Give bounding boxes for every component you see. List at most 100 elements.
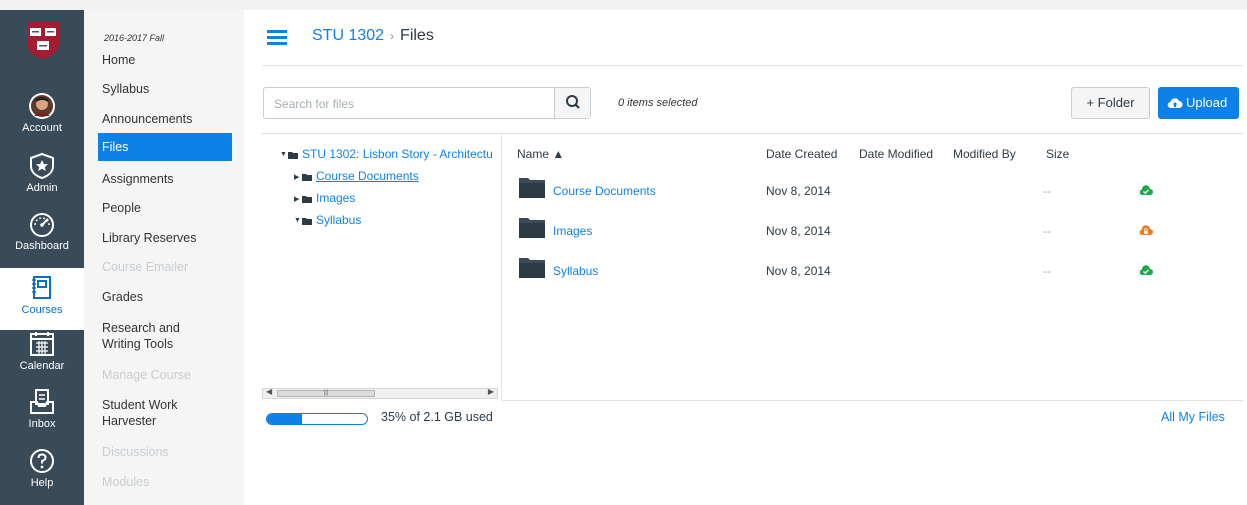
global-nav: Account Admin Dashboard Courses Calendar… (0, 10, 84, 505)
folder-icon (519, 258, 545, 278)
storage-quota-text: 35% of 2.1 GB used (381, 410, 493, 424)
table-row[interactable]: Images Nov 8, 2014 -- (503, 216, 1243, 256)
breadcrumb-separator-icon: › (390, 29, 395, 43)
tree-item-course-documents[interactable]: ▶ Course Documents (294, 169, 419, 183)
global-nav-dashboard[interactable]: Dashboard (0, 210, 84, 266)
published-cloud-icon[interactable] (1139, 264, 1153, 276)
header-divider (262, 65, 1243, 66)
table-row[interactable]: Syllabus Nov 8, 2014 -- (503, 256, 1243, 296)
selection-count: 0 items selected (618, 97, 698, 109)
caret-right-icon[interactable]: ▶ (294, 195, 302, 203)
course-nav-announcements[interactable]: Announcements (98, 111, 232, 127)
global-nav-label: Admin (26, 182, 58, 194)
course-nav-student-work-harvester[interactable]: Student Work Harvester (98, 397, 208, 429)
scrollbar-thumb[interactable]: ||| (277, 390, 375, 397)
term-label: 2016-2017 Fall (104, 33, 165, 43)
column-header-date-modified[interactable]: Date Modified (859, 147, 933, 161)
tree-horizontal-scrollbar[interactable]: ◀ ||| ▶ (262, 387, 498, 399)
search-input[interactable]: Search for files (274, 97, 354, 111)
course-nav-syllabus[interactable]: Syllabus (98, 81, 232, 97)
global-nav-label: Dashboard (15, 240, 69, 252)
page-title: Files (400, 27, 434, 44)
footer-divider (502, 400, 1243, 401)
column-header-name[interactable]: Name ▲ (517, 147, 564, 161)
folder-icon (302, 173, 312, 181)
global-nav-courses[interactable]: Courses (0, 268, 84, 330)
global-nav-label: Calendar (19, 360, 65, 372)
tree-item-label: Images (316, 191, 356, 205)
course-nav-manage-course: Manage Course (102, 368, 191, 382)
global-nav-label: Help (30, 477, 54, 489)
course-nav-research-tools[interactable]: Research and Writing Tools (98, 320, 208, 352)
file-name-link[interactable]: Syllabus (553, 264, 598, 278)
date-created: Nov 8, 2014 (766, 224, 831, 238)
upload-button-label: Upload (1186, 95, 1228, 110)
tree-item-label: Syllabus (316, 213, 362, 227)
global-nav-help[interactable]: Help (0, 447, 84, 503)
tree-root[interactable]: ▼ STU 1302: Lisbon Story - Architectu (280, 147, 493, 161)
column-header-size[interactable]: Size (1046, 147, 1069, 161)
tree-item-syllabus[interactable]: ▼ Syllabus (294, 213, 361, 227)
course-nav-modules: Modules (102, 475, 150, 489)
date-created: Nov 8, 2014 (766, 184, 831, 198)
file-size: -- (1043, 224, 1051, 238)
top-strip (0, 0, 1247, 10)
course-nav-people[interactable]: People (98, 200, 232, 216)
university-logo[interactable] (25, 20, 61, 60)
column-header-date-created[interactable]: Date Created (766, 147, 837, 161)
restricted-cloud-icon[interactable] (1139, 224, 1153, 236)
course-nav-grades[interactable]: Grades (98, 289, 232, 305)
scroll-left-icon[interactable]: ◀ (266, 387, 272, 396)
caret-right-icon[interactable]: ▶ (294, 173, 302, 181)
file-size: -- (1043, 184, 1051, 198)
global-nav-inbox[interactable]: Inbox (0, 388, 84, 444)
folder-icon (302, 217, 312, 225)
global-nav-label: Inbox (28, 418, 56, 430)
folder-icon (302, 195, 312, 203)
calendar-icon (30, 332, 54, 356)
column-header-modified-by[interactable]: Modified By (953, 147, 1016, 161)
storage-quota-bar (266, 413, 368, 425)
published-cloud-icon[interactable] (1139, 184, 1153, 196)
hamburger-menu-icon[interactable] (267, 30, 287, 45)
inbox-icon (30, 389, 54, 414)
course-nav: 2016-2017 Fall Home Syllabus Announcemen… (84, 10, 244, 505)
file-name-link[interactable]: Images (553, 224, 592, 238)
global-nav-label: Courses (21, 304, 63, 316)
global-nav-admin[interactable]: Admin (0, 152, 84, 208)
folder-icon (288, 151, 298, 159)
table-row[interactable]: Course Documents Nov 8, 2014 -- (503, 176, 1243, 216)
breadcrumb: STU 1302 › Files (312, 27, 434, 45)
breadcrumb-course-link[interactable]: STU 1302 (312, 27, 384, 44)
storage-quota-fill (267, 414, 302, 424)
scroll-right-icon[interactable]: ▶ (488, 387, 494, 396)
book-icon (32, 276, 51, 299)
tree-item-label: Course Documents (316, 169, 419, 183)
course-nav-course-emailer: Course Emailer (102, 260, 189, 274)
tree-item-images[interactable]: ▶ Images (294, 191, 355, 205)
search-button[interactable] (554, 88, 590, 118)
help-icon (30, 449, 54, 473)
search-icon (566, 95, 580, 109)
caret-down-icon[interactable]: ▼ (280, 151, 288, 158)
folder-icon (519, 218, 545, 238)
folder-tree: ▼ STU 1302: Lisbon Story - Architectu ▶ Co… (262, 134, 502, 400)
folder-icon (519, 178, 545, 198)
caret-down-icon[interactable]: ▼ (294, 217, 302, 224)
search-box: Search for files (263, 87, 591, 119)
all-my-files-link[interactable]: All My Files (1161, 410, 1225, 424)
course-nav-files[interactable]: Files (98, 133, 232, 161)
file-name-link[interactable]: Course Documents (553, 184, 656, 198)
upload-button[interactable]: Upload (1158, 87, 1239, 119)
course-nav-assignments[interactable]: Assignments (98, 171, 232, 187)
course-nav-discussions: Discussions (102, 445, 169, 459)
add-folder-button[interactable]: + Folder (1071, 87, 1150, 119)
course-nav-library-reserves[interactable]: Library Reserves (98, 230, 232, 246)
global-nav-account[interactable]: Account (0, 92, 84, 148)
course-nav-home[interactable]: Home (98, 52, 232, 68)
global-nav-calendar[interactable]: Calendar (0, 330, 84, 386)
file-size: -- (1043, 264, 1051, 278)
tree-root-label: STU 1302: Lisbon Story - Architectu (302, 147, 493, 161)
date-created: Nov 8, 2014 (766, 264, 831, 278)
speedometer-icon (30, 213, 54, 237)
